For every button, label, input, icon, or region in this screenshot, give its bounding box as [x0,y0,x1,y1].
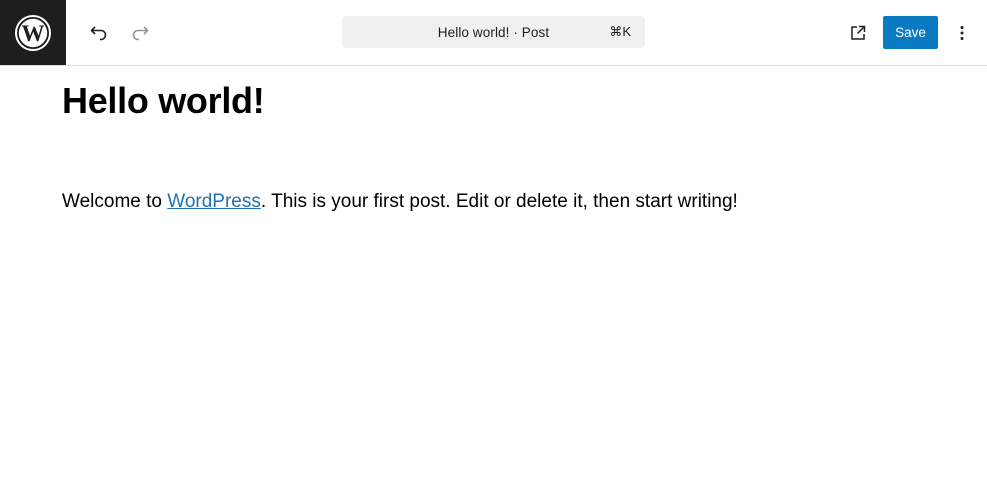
redo-button[interactable] [124,17,156,49]
keyboard-shortcut: ⌘K [609,24,631,39]
document-title: Hello world! · Post [437,24,550,40]
view-post-button[interactable] [842,17,874,49]
editor-header: W Hello world! · Post ⌘K Save [0,0,987,66]
redo-icon [132,26,149,41]
command-palette-button[interactable]: Hello world! · Post ⌘K [342,16,645,48]
paragraph-text-start: Welcome to [62,191,168,212]
more-vertical-icon [960,26,964,40]
undo-button[interactable] [83,17,115,49]
wordpress-logo-icon[interactable]: W [0,0,66,65]
undo-icon [90,26,107,41]
post-title[interactable]: Hello world! [62,80,265,122]
svg-text:W: W [22,21,45,46]
options-button[interactable] [946,17,978,49]
wordpress-link[interactable]: WordPress [167,191,261,212]
paragraph-text-end: . This is your first post. Edit or delet… [260,191,738,212]
external-link-icon [851,25,866,40]
editor-window: W Hello world! · Post ⌘K Save Hello worl… [0,0,987,481]
post-paragraph[interactable]: Welcome to WordPress. This is your first… [62,191,738,213]
save-button[interactable]: Save [883,16,938,49]
